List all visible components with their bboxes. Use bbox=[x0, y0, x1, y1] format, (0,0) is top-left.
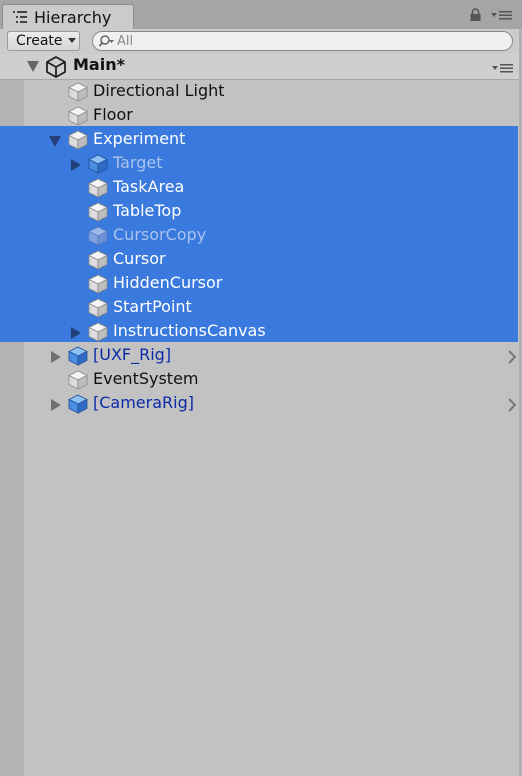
open-prefab-arrow-icon[interactable] bbox=[507, 398, 517, 412]
hierarchy-item-label: StartPoint bbox=[113, 297, 192, 316]
tab-hierarchy[interactable]: Hierarchy bbox=[2, 4, 134, 30]
hierarchy-item[interactable]: Floor bbox=[0, 104, 522, 128]
hierarchy-item-label: Experiment bbox=[93, 129, 186, 148]
hierarchy-toolbar: Create bbox=[0, 29, 522, 55]
hierarchy-item[interactable]: Cursor bbox=[0, 248, 522, 272]
hierarchy-item[interactable]: TableTop bbox=[0, 200, 522, 224]
gameobject-cube-icon bbox=[68, 130, 88, 150]
hierarchy-item-label: Cursor bbox=[113, 249, 166, 268]
gameobject-cube-icon bbox=[68, 82, 88, 102]
hierarchy-item-label: TableTop bbox=[113, 201, 182, 220]
dropdown-arrow-icon bbox=[68, 38, 76, 43]
tab-title: Hierarchy bbox=[34, 8, 112, 27]
hierarchy-item[interactable]: Experiment bbox=[0, 128, 522, 152]
unity-scene-icon bbox=[46, 56, 66, 78]
scene-name: Main* bbox=[73, 55, 125, 74]
hierarchy-item[interactable]: [CameraRig] bbox=[0, 392, 522, 416]
search-icon bbox=[99, 35, 114, 47]
lock-icon[interactable] bbox=[470, 8, 481, 21]
hierarchy-item[interactable]: Directional Light bbox=[0, 80, 522, 104]
hierarchy-item-label: [CameraRig] bbox=[93, 393, 194, 412]
hierarchy-item[interactable]: HiddenCursor bbox=[0, 272, 522, 296]
hierarchy-item[interactable]: EventSystem bbox=[0, 368, 522, 392]
gameobject-cube-icon bbox=[88, 250, 108, 270]
hierarchy-item-label: Target bbox=[113, 153, 163, 172]
foldout-collapsed-arrow[interactable] bbox=[71, 327, 81, 339]
foldout-collapsed-arrow[interactable] bbox=[71, 159, 81, 171]
panel-menu-icon[interactable] bbox=[491, 10, 513, 20]
gameobject-cube-icon bbox=[68, 370, 88, 390]
create-dropdown-button[interactable]: Create bbox=[7, 31, 80, 51]
open-prefab-arrow-icon[interactable] bbox=[507, 350, 517, 364]
hierarchy-item[interactable]: Target bbox=[0, 152, 522, 176]
prefab-cube-icon bbox=[68, 394, 88, 414]
gameobject-cube-icon bbox=[88, 322, 108, 342]
create-label: Create bbox=[16, 33, 63, 49]
prefab-cube-icon bbox=[88, 154, 108, 174]
hierarchy-item-label: Directional Light bbox=[93, 81, 225, 100]
prefab-cube-icon bbox=[68, 346, 88, 366]
hierarchy-item-label: Floor bbox=[93, 105, 133, 124]
hierarchy-item-label: TaskArea bbox=[113, 177, 185, 196]
search-field[interactable] bbox=[92, 31, 513, 51]
hierarchy-item-label: CursorCopy bbox=[113, 225, 207, 244]
gameobject-cube-icon bbox=[68, 106, 88, 126]
gameobject-cube-icon bbox=[88, 178, 108, 198]
hierarchy-item[interactable]: CursorCopy bbox=[0, 224, 522, 248]
scene-header[interactable]: Main* bbox=[0, 54, 522, 80]
hierarchy-item-label: [UXF_Rig] bbox=[93, 345, 172, 364]
hierarchy-item[interactable]: InstructionsCanvas bbox=[0, 320, 522, 344]
scene-foldout-arrow[interactable] bbox=[27, 61, 39, 72]
hierarchy-item[interactable]: [UXF_Rig] bbox=[0, 344, 522, 368]
hierarchy-list-icon bbox=[13, 11, 27, 23]
hierarchy-item-label: HiddenCursor bbox=[113, 273, 223, 292]
hierarchy-panel: Hierarchy Create All Main* Directional L… bbox=[0, 0, 522, 776]
tab-strip: Hierarchy bbox=[0, 0, 522, 30]
gameobject-cube-icon bbox=[88, 274, 108, 294]
hierarchy-item[interactable]: StartPoint bbox=[0, 296, 522, 320]
scene-menu-icon[interactable] bbox=[492, 63, 514, 73]
hierarchy-item-label: InstructionsCanvas bbox=[113, 321, 266, 340]
foldout-collapsed-arrow[interactable] bbox=[51, 399, 61, 411]
foldout-expanded-arrow[interactable] bbox=[49, 136, 61, 147]
gameobject-cube-icon bbox=[88, 298, 108, 318]
foldout-collapsed-arrow[interactable] bbox=[51, 351, 61, 363]
hierarchy-item-label: EventSystem bbox=[93, 369, 199, 388]
hierarchy-item[interactable]: TaskArea bbox=[0, 176, 522, 200]
gameobject-cube-icon bbox=[88, 202, 108, 222]
search-input[interactable] bbox=[117, 32, 497, 50]
gameobject-cube-icon bbox=[88, 226, 108, 246]
